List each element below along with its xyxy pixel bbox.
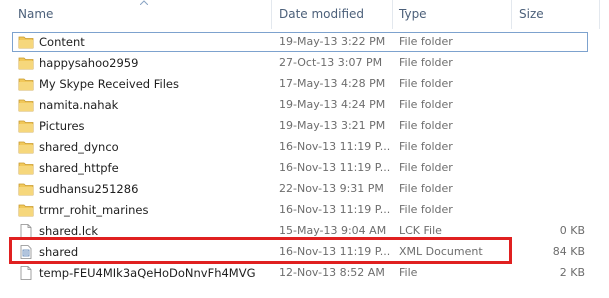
column-header-date-modified[interactable]: Date modified [279,0,364,29]
file-size [509,137,585,157]
file-name: Pictures [39,119,85,133]
file-type: File folder [399,119,453,132]
file-row[interactable]: shared_httpfe 16-Nov-13 11:19 P... File … [12,158,588,178]
file-type: File folder [399,35,453,48]
file-name: shared_dynco [39,140,119,154]
file-date-modified: 16-Nov-13 11:19 P... [279,203,391,216]
file-date-modified: 19-May-13 4:24 PM [279,98,386,111]
file-date-modified: 27-Oct-13 3:07 PM [279,56,383,69]
file-name: My Skype Received Files [39,77,179,91]
folder-icon [18,161,34,175]
file-date-modified: 19-May-13 3:21 PM [279,119,386,132]
file-type: File folder [399,98,453,111]
file-type: File folder [399,161,453,174]
file-row[interactable]: Pictures 19-May-13 3:21 PM File folder [12,116,588,136]
file-row[interactable]: trmr_rohit_marines 16-Nov-13 11:19 P... … [12,200,588,220]
file-date-modified: 12-Nov-13 8:52 AM [279,266,385,279]
file-icon [18,224,34,238]
file-name: shared_httpfe [39,161,119,175]
file-size [509,74,585,94]
column-divider[interactable] [271,0,272,29]
column-header-name[interactable]: Name [18,0,53,29]
file-type: File folder [399,140,453,153]
file-row[interactable]: shared_dynco 16-Nov-13 11:19 P... File f… [12,137,588,157]
file-date-modified: 16-Nov-13 11:19 P... [279,161,391,174]
column-divider[interactable] [392,0,393,29]
file-name: temp-FEU4MIk3aQeHoDoNnvFh4MVG [39,266,256,280]
file-size: 0 KB [559,224,585,237]
file-size [509,200,585,220]
file-size [509,116,585,136]
highlight-annotation-box [9,237,512,264]
file-name: Content [39,35,85,49]
file-row[interactable]: Content 19-May-13 3:22 PM File folder [12,32,588,52]
file-type: File folder [399,56,453,69]
file-size [509,53,585,73]
file-date-modified: 16-Nov-13 11:19 P... [279,140,391,153]
folder-icon [18,119,34,133]
file-size [509,179,585,199]
column-divider[interactable] [511,0,512,29]
folder-icon [18,77,34,91]
file-row[interactable]: namita.nahak 19-May-13 4:24 PM File fold… [12,95,588,115]
file-row[interactable]: My Skype Received Files 17-May-13 4:28 P… [12,74,588,94]
file-name: sudhansu251286 [39,182,139,196]
file-name: namita.nahak [39,98,119,112]
file-type: File [399,266,418,279]
file-row[interactable]: temp-FEU4MIk3aQeHoDoNnvFh4MVG 12-Nov-13 … [12,263,588,283]
file-name: trmr_rohit_marines [39,203,149,217]
file-type: File folder [399,77,453,90]
file-size [509,32,585,52]
column-header-bar: Name Date modified Type Size [0,0,609,29]
file-date-modified: 17-May-13 4:28 PM [279,77,386,90]
file-row[interactable]: happysahoo2959 27-Oct-13 3:07 PM File fo… [12,53,588,73]
column-divider[interactable] [599,0,600,29]
folder-icon [18,35,34,49]
file-name: happysahoo2959 [39,56,139,70]
folder-icon [18,56,34,70]
file-type: File folder [399,203,453,216]
file-type: File folder [399,182,453,195]
file-size [509,158,585,178]
file-size [509,95,585,115]
file-row[interactable]: sudhansu251286 22-Nov-13 9:31 PM File fo… [12,179,588,199]
column-header-type[interactable]: Type [399,0,427,29]
file-size: 84 KB [552,245,585,258]
column-header-size[interactable]: Size [519,0,544,29]
folder-icon [18,98,34,112]
folder-icon [18,203,34,217]
file-icon [18,266,34,280]
file-date-modified: 19-May-13 3:22 PM [279,35,386,48]
sort-ascending-icon [140,0,148,5]
folder-icon [18,182,34,196]
file-size: 2 KB [559,266,585,279]
folder-icon [18,140,34,154]
file-date-modified: 22-Nov-13 9:31 PM [279,182,384,195]
